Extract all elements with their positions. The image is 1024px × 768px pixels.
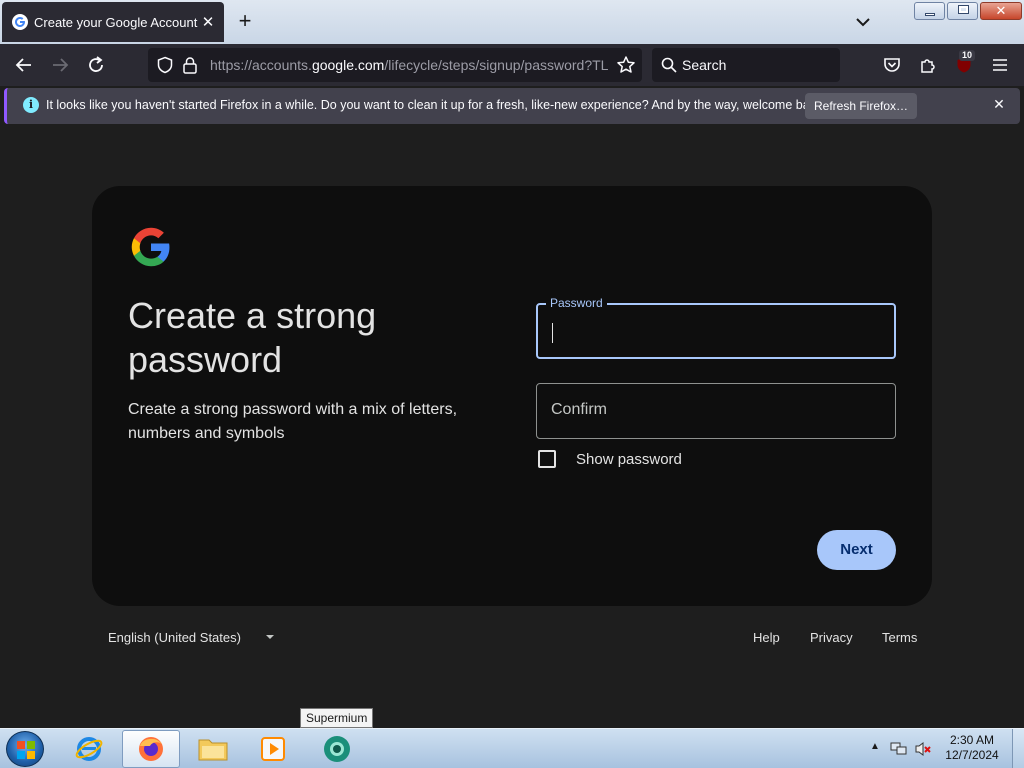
pocket-button[interactable] <box>877 50 907 80</box>
show-password-toggle[interactable]: Show password <box>538 450 682 468</box>
url-domain: google.com <box>311 57 385 73</box>
search-bar[interactable]: Search <box>652 48 840 82</box>
show-password-checkbox[interactable] <box>538 450 556 468</box>
close-window-button[interactable]: ✕ <box>980 2 1022 20</box>
privacy-link[interactable]: Privacy <box>810 630 853 645</box>
supermium-icon <box>324 736 350 762</box>
info-icon: i <box>23 97 39 113</box>
notification-close-icon[interactable]: ✕ <box>990 96 1008 114</box>
show-password-label[interactable]: Show password <box>576 451 682 468</box>
extensions-button[interactable] <box>913 50 943 80</box>
taskbar-supermium[interactable] <box>308 730 366 768</box>
google-favicon-icon <box>12 14 28 30</box>
page-footer: English (United States) Help Privacy Ter… <box>92 626 932 650</box>
google-g-logo-icon <box>131 227 170 267</box>
signup-card: Create a strong password Create a strong… <box>92 186 932 606</box>
firefox-icon <box>139 737 163 761</box>
tab-strip: Create your Google Account ✕ + ✕ <box>0 0 1024 44</box>
taskbar-tooltip: Supermium <box>300 708 374 728</box>
url-text[interactable]: https://accounts.google.com/lifecycle/st… <box>210 57 608 73</box>
minimize-icon <box>925 13 935 16</box>
language-selector[interactable]: English (United States) <box>108 630 241 645</box>
tracking-protection-shield-icon[interactable] <box>156 56 174 74</box>
close-icon: ✕ <box>995 3 1007 18</box>
tab-close-icon[interactable]: ✕ <box>198 13 218 31</box>
hamburger-menu-icon <box>993 59 1007 71</box>
navigation-toolbar: https://accounts.google.com/lifecycle/st… <box>0 44 1024 86</box>
tab-title: Create your Google Account <box>34 14 198 30</box>
search-icon <box>661 57 677 73</box>
minimize-window-button[interactable] <box>914 2 945 20</box>
taskbar-file-explorer[interactable] <box>184 730 242 768</box>
forward-arrow-icon <box>53 58 69 72</box>
notification-message: It looks like you haven't started Firefo… <box>46 98 826 112</box>
media-player-icon <box>261 737 285 761</box>
confirm-field[interactable] <box>536 383 896 439</box>
show-hidden-icons-chevron[interactable]: ▲ <box>870 741 880 752</box>
help-link[interactable]: Help <box>753 630 780 645</box>
back-arrow-icon <box>15 58 31 72</box>
list-all-tabs-chevron-icon[interactable] <box>852 12 874 32</box>
clock-time: 2:30 AM <box>949 733 995 747</box>
puzzle-piece-icon <box>921 59 935 73</box>
tab-create-google-account[interactable]: Create your Google Account ✕ <box>2 2 224 42</box>
internet-explorer-icon <box>75 737 103 761</box>
extension-badge-count: 10 <box>959 50 976 61</box>
windows-taskbar: ▲ 2:30 AM 12/7/2024 <box>0 728 1024 768</box>
folder-icon <box>198 739 228 761</box>
url-path: /lifecycle/steps/signup/password?TL= <box>384 57 608 73</box>
lock-icon[interactable] <box>182 56 198 74</box>
restore-icon <box>958 5 969 14</box>
pocket-icon <box>884 58 900 72</box>
text-caret <box>552 323 553 343</box>
refresh-firefox-notification: i It looks like you haven't started Fire… <box>4 88 1020 124</box>
taskbar-media-player[interactable] <box>244 730 302 768</box>
taskbar-firefox[interactable] <box>122 730 180 768</box>
reload-button[interactable] <box>81 50 111 80</box>
app-menu-button[interactable] <box>985 50 1015 80</box>
network-icon[interactable] <box>890 741 908 757</box>
terms-link[interactable]: Terms <box>882 630 917 645</box>
restore-window-button[interactable] <box>947 2 978 20</box>
volume-muted-icon[interactable] <box>914 741 932 757</box>
refresh-firefox-button[interactable]: Refresh Firefox… <box>805 93 917 119</box>
new-tab-plus-icon[interactable]: + <box>232 8 258 36</box>
start-button[interactable] <box>6 731 44 767</box>
next-button[interactable]: Next <box>817 530 896 570</box>
bookmark-star-icon[interactable] <box>616 55 636 75</box>
back-button[interactable] <box>9 50 39 80</box>
password-input[interactable] <box>552 305 872 357</box>
reload-icon <box>89 56 103 72</box>
password-field[interactable]: Password <box>536 296 896 359</box>
clock-date: 12/7/2024 <box>945 748 999 762</box>
page-subtitle: Create a strong password with a mix of l… <box>128 401 458 442</box>
confirm-input[interactable] <box>551 384 871 436</box>
forward-button[interactable] <box>45 50 75 80</box>
dropdown-triangle-icon[interactable] <box>264 631 276 643</box>
show-desktop-button[interactable] <box>1012 729 1024 768</box>
page-title: Create a strong password <box>128 295 377 380</box>
taskbar-internet-explorer[interactable] <box>60 730 118 768</box>
windows-logo-icon <box>17 741 35 759</box>
search-label: Search <box>682 57 727 73</box>
url-prefix: https://accounts. <box>210 57 312 73</box>
taskbar-clock[interactable]: 2:30 AM 12/7/2024 <box>932 733 1012 763</box>
address-bar[interactable]: https://accounts.google.com/lifecycle/st… <box>148 48 642 82</box>
